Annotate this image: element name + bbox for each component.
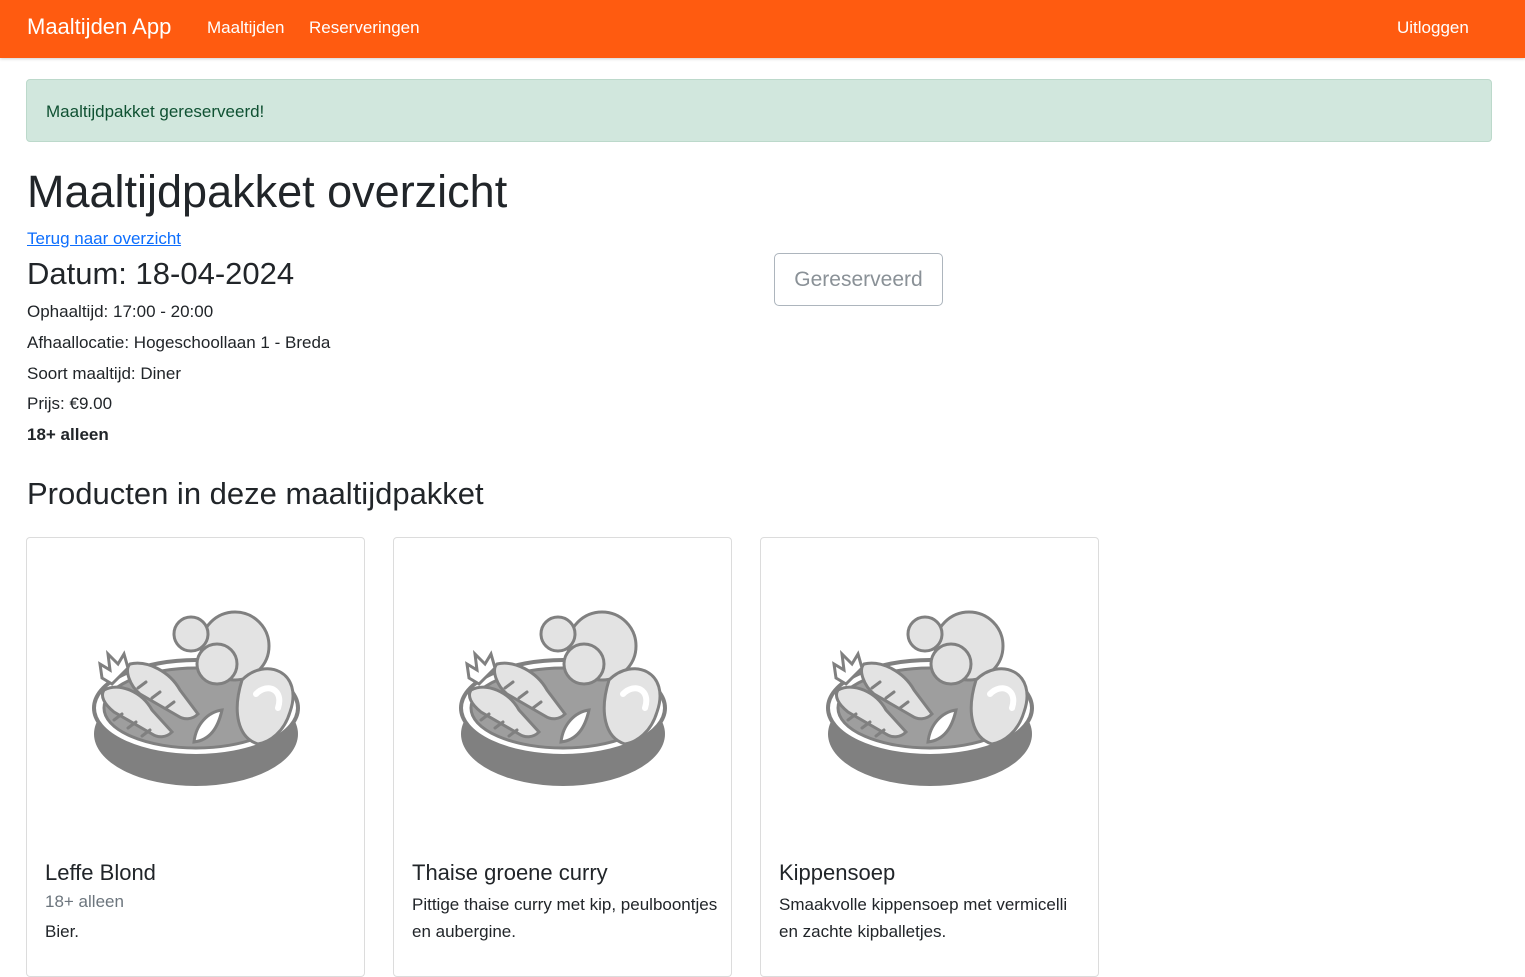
back-to-overview-link[interactable]: Terug naar overzicht <box>27 229 181 249</box>
product-description: Bier. <box>45 922 80 941</box>
product-name: Leffe Blond <box>45 860 156 885</box>
top-navbar: Maaltijden App Maaltijden Reserveringen … <box>0 0 1525 58</box>
products-heading: Producten in deze maaltijdpakket <box>27 476 484 511</box>
alert-text: Maaltijdpakket gereserveerd! <box>46 102 265 121</box>
meal-type: Soort maaltijd: Diner <box>27 364 182 383</box>
product-description: Smaakvolle kippensoep met vermicelli en … <box>779 895 1068 941</box>
product-name: Kippensoep <box>779 860 896 885</box>
price: Prijs: €9.00 <box>27 394 113 413</box>
product-description: Pittige thaise curry met kip, peulboontj… <box>412 895 718 941</box>
date-heading: Datum: 18-04-2024 <box>27 256 295 291</box>
food-bowl-icon <box>824 608 1036 798</box>
nav-link-reserveringen[interactable]: Reserveringen <box>309 18 420 38</box>
nav-link-maaltijden[interactable]: Maaltijden <box>207 18 285 38</box>
food-bowl-icon <box>90 608 302 798</box>
product-name: Thaise groene curry <box>412 860 608 885</box>
product-age-restriction: 18+ alleen <box>45 892 124 911</box>
product-card: Thaise groene curry Pittige thaise curry… <box>393 537 732 977</box>
food-bowl-icon <box>457 608 669 798</box>
product-card: Kippensoep Smaakvolle kippensoep met ver… <box>760 537 1099 977</box>
page-title: Maaltijdpakket overzicht <box>27 166 508 217</box>
brand-link[interactable]: Maaltijden App <box>27 14 171 40</box>
age-restriction: 18+ alleen <box>27 425 109 444</box>
pickup-time: Ophaaltijd: 17:00 - 20:00 <box>27 302 214 321</box>
success-alert: Maaltijdpakket gereserveerd! <box>26 79 1492 142</box>
pickup-location: Afhaallocatie: Hogeschoollaan 1 - Breda <box>27 333 331 352</box>
logout-link[interactable]: Uitloggen <box>1397 18 1469 38</box>
reserved-button[interactable]: Gereserveerd <box>774 253 943 306</box>
product-card: Leffe Blond 18+ alleen Bier. <box>26 537 365 977</box>
